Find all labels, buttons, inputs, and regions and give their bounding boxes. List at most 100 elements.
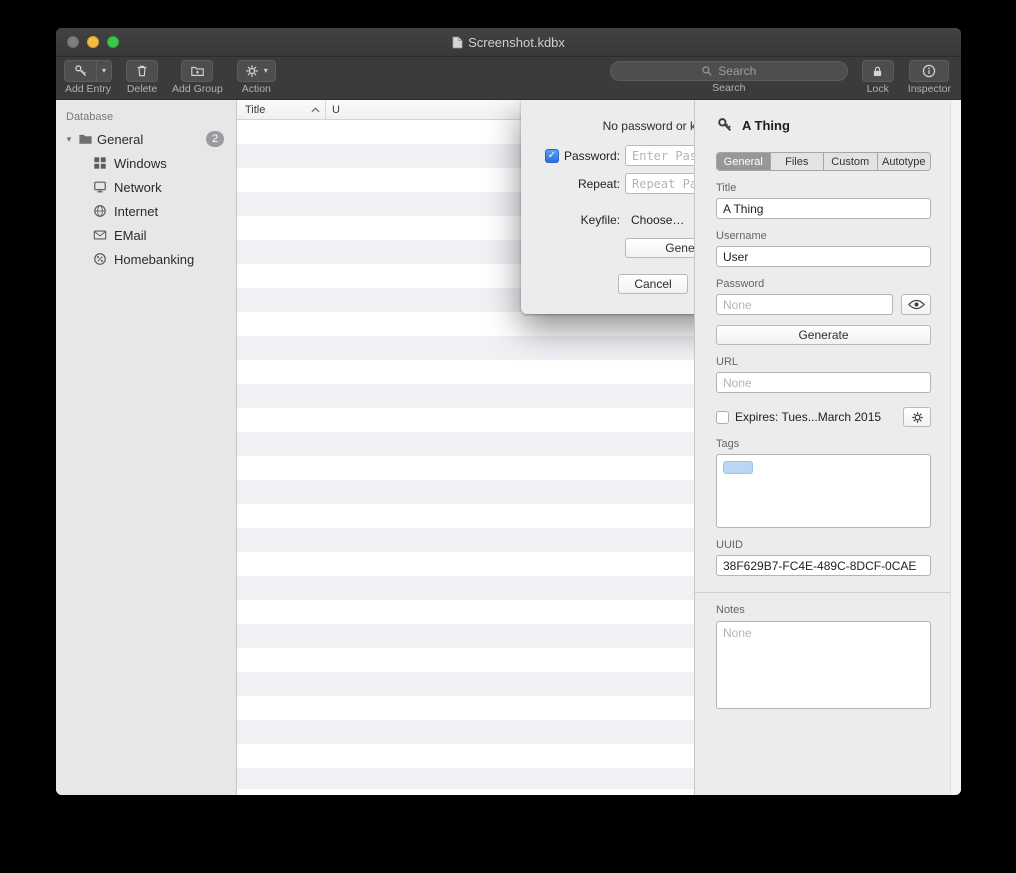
entry-list: Title U No password or keyfile supplied!… xyxy=(237,100,695,795)
password-checkbox[interactable]: ✓ xyxy=(545,149,559,163)
toolbar-search: Search Search xyxy=(610,60,848,95)
sheet-message: No password or keyfile supplied! xyxy=(521,100,695,133)
expires-options-button[interactable] xyxy=(903,407,931,427)
change-password-sheet: No password or keyfile supplied! ✓ Passw… xyxy=(521,100,695,314)
keyfile-popup[interactable]: Choose… xyxy=(625,209,695,230)
repeat-label: Repeat: xyxy=(578,177,620,191)
uuid-label: UUID xyxy=(716,539,931,551)
gear-icon xyxy=(911,411,924,424)
generate-keyfile-button[interactable]: Generate Keyfile xyxy=(625,238,695,258)
search-input[interactable]: Search xyxy=(610,61,848,81)
inspector-button[interactable] xyxy=(909,60,949,82)
globe-icon xyxy=(92,204,107,219)
eye-icon xyxy=(908,299,925,310)
key-icon xyxy=(74,64,88,78)
sidebar-item-label: Windows xyxy=(114,156,167,171)
cancel-button[interactable]: Cancel xyxy=(618,274,688,294)
disclosure-triangle-icon[interactable]: ▾ xyxy=(64,134,74,145)
repeat-password-input[interactable] xyxy=(625,173,695,194)
toolbar-add-entry: ▾ Add Entry xyxy=(64,60,112,95)
add-entry-button[interactable] xyxy=(64,60,96,82)
keyfile-row: Keyfile: Choose… xyxy=(521,209,695,230)
tags-label: Tags xyxy=(716,438,931,450)
inspector-panel: A Thing General Files Custom Autotype Ti… xyxy=(695,100,961,795)
inspector-tabs: General Files Custom Autotype xyxy=(716,152,931,171)
chevron-down-icon: ▾ xyxy=(102,67,106,75)
tag-chip[interactable] xyxy=(723,461,753,474)
tab-general[interactable]: General xyxy=(717,153,770,170)
reveal-password-button[interactable] xyxy=(901,294,931,315)
entry-header: A Thing xyxy=(716,113,931,137)
url-field[interactable] xyxy=(716,372,931,393)
search-placeholder: Search xyxy=(718,64,756,78)
password-label: Password: xyxy=(564,149,620,163)
expires-checkbox[interactable] xyxy=(716,411,729,424)
gear-icon xyxy=(245,64,259,78)
uuid-field[interactable] xyxy=(716,555,931,576)
password-label: Password xyxy=(716,278,931,290)
title-label: Title xyxy=(716,182,931,194)
add-entry-dropdown-button[interactable]: ▾ xyxy=(96,60,112,82)
sidebar-item-label: Network xyxy=(114,180,162,195)
delete-button[interactable] xyxy=(126,60,158,82)
lock-button[interactable] xyxy=(862,60,894,82)
sidebar-section-header: Database xyxy=(56,109,236,127)
expires-row: Expires: Tues...March 2015 xyxy=(716,407,931,427)
sidebar-item-homebanking[interactable]: Homebanking xyxy=(56,247,236,271)
coin-icon xyxy=(92,252,107,267)
key-icon xyxy=(716,117,733,134)
sidebar-item-general[interactable]: ▾ General 2 xyxy=(56,127,236,151)
notes-field[interactable] xyxy=(716,621,931,709)
document-proxy-icon xyxy=(452,36,463,49)
sidebar-item-windows[interactable]: Windows xyxy=(56,151,236,175)
section-divider xyxy=(695,592,961,593)
toolbar-inspector: Inspector xyxy=(908,60,951,95)
info-icon xyxy=(922,64,936,78)
tags-field[interactable] xyxy=(716,454,931,528)
sidebar-item-label: EMail xyxy=(114,228,147,243)
password-row: ✓ Password: xyxy=(521,145,695,166)
notes-label: Notes xyxy=(716,604,931,616)
username-field[interactable] xyxy=(716,246,931,267)
sidebar-item-network[interactable]: Network xyxy=(56,175,236,199)
password-field[interactable] xyxy=(716,294,893,315)
toolbar-action: ▾ Action xyxy=(237,60,276,95)
add-group-button[interactable] xyxy=(181,60,213,82)
tab-custom[interactable]: Custom xyxy=(823,153,877,170)
tab-files[interactable]: Files xyxy=(770,153,824,170)
sidebar-item-label: Internet xyxy=(114,204,158,219)
keyfile-label: Keyfile: xyxy=(581,213,620,227)
password-input[interactable] xyxy=(625,145,695,166)
column-header-title[interactable]: Title xyxy=(237,100,326,119)
toolbar-add-group: Add Group xyxy=(172,60,223,95)
app-window: Screenshot.kdbx ▾ Add Entry xyxy=(56,28,961,795)
sort-ascending-icon xyxy=(311,107,320,113)
expires-label: Expires: Tues...March 2015 xyxy=(735,410,881,424)
title-field[interactable] xyxy=(716,198,931,219)
toolbar-lock: Lock xyxy=(862,60,894,95)
sidebar: Database ▾ General 2 Windows Network xyxy=(56,100,237,795)
trash-icon xyxy=(135,64,149,78)
folder-icon xyxy=(78,132,93,147)
display-icon xyxy=(92,180,107,195)
generate-password-button[interactable]: Generate xyxy=(716,325,931,345)
keyfile-popup-value: Choose… xyxy=(631,213,684,227)
window-title: Screenshot.kdbx xyxy=(56,28,961,57)
envelope-icon xyxy=(92,228,107,243)
toolbar: ▾ Add Entry Delete Add Group xyxy=(56,57,961,100)
sidebar-item-label: Homebanking xyxy=(114,252,194,267)
entry-title: A Thing xyxy=(742,118,790,133)
sidebar-item-internet[interactable]: Internet xyxy=(56,199,236,223)
repeat-row: Repeat: xyxy=(521,173,695,194)
tab-autotype[interactable]: Autotype xyxy=(877,153,931,170)
sidebar-item-email[interactable]: EMail xyxy=(56,223,236,247)
search-icon xyxy=(701,65,713,77)
entry-count-badge: 2 xyxy=(206,131,224,147)
action-button[interactable]: ▾ xyxy=(237,60,276,82)
sheet-actions: Cancel Change Password xyxy=(521,274,695,294)
username-label: Username xyxy=(716,230,931,242)
inspector-scrollbar[interactable] xyxy=(950,100,961,795)
folder-plus-icon xyxy=(190,64,205,78)
windows-icon xyxy=(92,156,107,171)
chevron-down-icon: ▾ xyxy=(264,67,268,75)
